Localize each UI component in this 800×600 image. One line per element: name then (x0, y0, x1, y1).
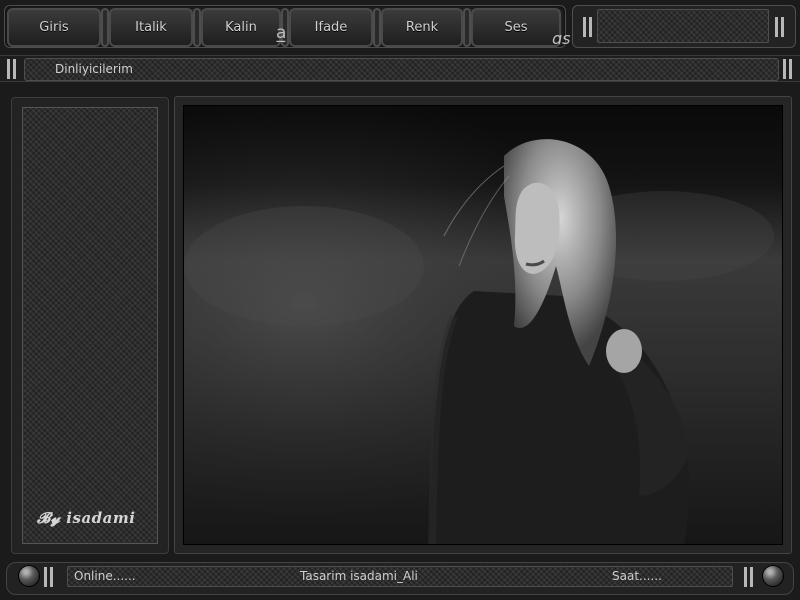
left-knob-button[interactable] (18, 565, 40, 587)
menu-ses-label: Ses (504, 20, 528, 35)
menu-separator (193, 8, 201, 47)
top-right-panel (572, 5, 796, 48)
design-credit: Tasarim isadami_Ali (300, 569, 418, 583)
online-status: Online...... (74, 569, 136, 583)
right-knob-button[interactable] (762, 565, 784, 587)
menu-separator (373, 8, 381, 47)
menu-kalin-label: Kalin (225, 20, 257, 35)
menu-ifade-label: Ifade (314, 20, 348, 35)
listeners-title-area: Dinliyicilerim (24, 58, 779, 81)
pause-icon[interactable] (744, 567, 754, 587)
pause-icon[interactable] (7, 59, 17, 79)
main-image (183, 105, 783, 545)
listeners-bar: Dinliyicilerim (0, 55, 800, 82)
menu-giris-button[interactable]: Giris (7, 8, 101, 47)
menu-separator (101, 8, 109, 47)
pause-icon[interactable] (775, 17, 785, 37)
top-right-display (597, 9, 769, 43)
pause-icon[interactable] (44, 567, 54, 587)
pause-icon[interactable] (583, 17, 593, 37)
menu-italik-button[interactable]: Italik (109, 8, 193, 47)
logo-s-glyph: ɑs (552, 29, 571, 48)
signature-logo: 𝓑𝔂 isadami (37, 509, 136, 527)
menu-separator (463, 8, 471, 47)
listeners-list[interactable] (22, 107, 158, 544)
menu-renk-label: Renk (405, 20, 439, 35)
logo-a-glyph: a̲ (276, 23, 287, 43)
menu-giris-label: Giris (39, 20, 69, 35)
menu-kalin-button[interactable]: Kalin (201, 8, 281, 47)
menu-renk-button[interactable]: Renk (381, 8, 463, 47)
clock-label: Saat...... (612, 569, 662, 583)
menu-italik-label: Italik (135, 20, 167, 35)
listeners-title: Dinliyicilerim (55, 62, 133, 76)
menu-ifade-button[interactable]: Ifade (289, 8, 373, 47)
pause-icon[interactable] (783, 59, 793, 79)
menu-ses-button[interactable]: Ses (471, 8, 561, 47)
